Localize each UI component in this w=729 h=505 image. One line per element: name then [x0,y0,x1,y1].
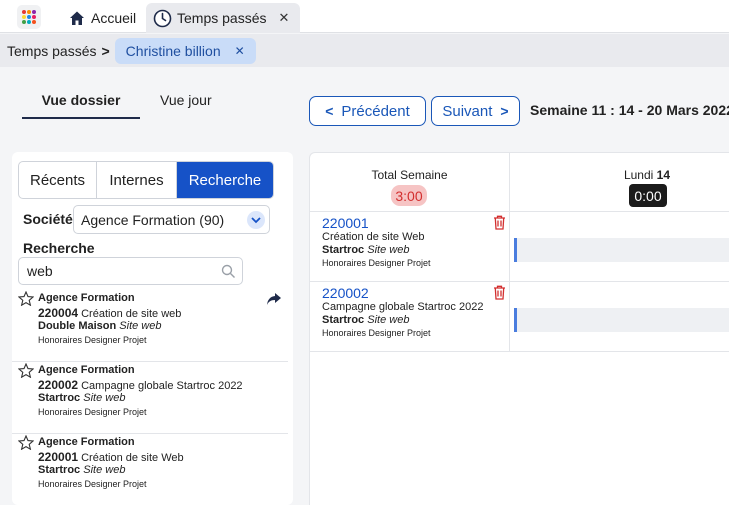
tab-accueil-label: Accueil [91,10,137,26]
societe-select[interactable]: Agence Formation (90) [73,205,270,234]
search-result-item[interactable]: Agence Formation 220001 Création de site… [12,435,288,505]
tab-vue-jour[interactable]: Vue jour [160,86,220,119]
tab-temps-passes-label: Temps passés [177,10,267,26]
next-week-button[interactable]: Suivant > [431,96,520,126]
result-company: Startroc [38,392,81,404]
search-input[interactable]: web [18,257,243,285]
result-title: Campagne globale Startroc 2022 [81,380,243,392]
top-tab-bar: Accueil Temps passés ✕ [0,0,729,33]
previous-week-label: Précédent [341,102,410,120]
row-company-line: Startroc Site web [322,244,409,256]
result-client: Agence Formation [38,292,135,304]
monday-time-cell[interactable] [514,308,729,332]
close-icon[interactable]: ✕ [278,10,289,26]
result-title-line: 220002 Campagne globale Startroc 2022 [38,378,243,392]
result-client: Agence Formation [38,436,135,448]
result-company-line: Startroc Site web [38,464,125,476]
total-week-label: Total Semaine [371,168,448,182]
row-code[interactable]: 220002 [322,285,369,301]
result-code: 220004 [38,306,79,320]
result-client: Agence Formation [38,364,135,376]
search-result-item[interactable]: Agence Formation 220004 Création de site… [12,291,288,362]
chevron-down-icon [247,211,265,229]
result-company-line: Startroc Site web [38,392,125,404]
result-title-line: 220004 Création de site web [38,306,181,320]
day-total-badge: 0:00 [629,184,667,207]
result-title: Création de site web [81,308,182,320]
row-category: Site web [367,314,410,326]
day-header: Lundi 14 [510,168,729,182]
breadcrumb-root[interactable]: Temps passés [7,43,96,59]
result-libelle: Honoraires Designer Projet [38,335,147,345]
row-divider [310,351,729,352]
row-category: Site web [367,244,410,256]
segment-recents[interactable]: Récents [19,162,97,198]
chevron-left-icon: < [325,103,334,119]
tab-accueil[interactable]: Accueil [60,3,144,33]
day-name: Lundi [623,168,654,182]
result-company: Double Maison [38,320,117,332]
day-number: 14 [656,168,671,182]
row-company-line: Startroc Site web [322,314,409,326]
result-category: Site web [83,392,126,404]
row-company: Startroc [322,244,365,256]
result-category: Site web [119,320,162,332]
share-arrow-icon[interactable] [265,291,283,307]
search-input-value: web [27,263,53,279]
segment-control: Récents Internes Recherche [18,161,274,199]
recherche-label: Recherche [23,240,95,256]
segment-internes[interactable]: Internes [97,162,177,198]
timesheet-row: 220001 Création de site Web Startroc Sit… [310,212,729,282]
total-week-badge: 3:00 [391,185,427,206]
row-title: Campagne globale Startroc 2022 [322,301,484,313]
home-icon [70,11,84,25]
breadcrumb: Temps passés > Christine billion ✕ [0,34,729,67]
row-title: Création de site Web [322,231,425,243]
societe-label: Société [23,211,73,227]
search-panel: Récents Internes Recherche Société Agenc… [12,152,293,505]
row-company: Startroc [322,314,365,326]
star-icon[interactable] [18,291,34,306]
result-company-line: Double Maison Site web [38,320,162,332]
row-code[interactable]: 220001 [322,215,369,231]
tab-temps-passes[interactable]: Temps passés ✕ [146,3,300,33]
result-libelle: Honoraires Designer Projet [38,479,147,489]
user-filter-chip[interactable]: Christine billion ✕ [114,37,256,64]
result-code: 220002 [38,378,79,392]
trash-icon[interactable] [493,285,506,300]
star-icon[interactable] [18,363,34,378]
apps-grid-icon[interactable] [17,5,41,29]
chevron-right-icon: > [101,42,110,59]
timesheet-row: 220002 Campagne globale Startroc 2022 St… [310,282,729,352]
week-label: Semaine 11 : 14 - 20 Mars 2022 [530,102,729,118]
result-title: Création de site Web [81,452,184,464]
trash-icon[interactable] [493,215,506,230]
result-category: Site web [83,464,126,476]
search-icon [221,264,235,278]
tab-vue-dossier[interactable]: Vue dossier [22,86,140,119]
monday-time-cell[interactable] [514,238,729,262]
chevron-right-icon: > [500,103,509,119]
next-week-label: Suivant [442,102,493,120]
result-code: 220001 [38,450,79,464]
previous-week-button[interactable]: < Précédent [309,96,426,126]
result-title-line: 220001 Création de site Web [38,450,184,464]
segment-recherche[interactable]: Recherche [177,162,273,198]
user-filter-chip-label: Christine billion [125,42,221,59]
result-libelle: Honoraires Designer Projet [38,407,147,417]
star-icon[interactable] [18,435,34,450]
societe-select-value: Agence Formation (90) [81,211,225,228]
row-libelle: Honoraires Designer Projet [322,258,431,268]
row-libelle: Honoraires Designer Projet [322,328,431,338]
result-company: Startroc [38,464,81,476]
clock-icon [153,9,172,27]
close-icon[interactable]: ✕ [235,44,245,58]
search-result-item[interactable]: Agence Formation 220002 Campagne globale… [12,363,288,434]
timesheet-grid: Total Semaine 3:00 Lundi 14 0:00 220001 … [309,152,729,505]
